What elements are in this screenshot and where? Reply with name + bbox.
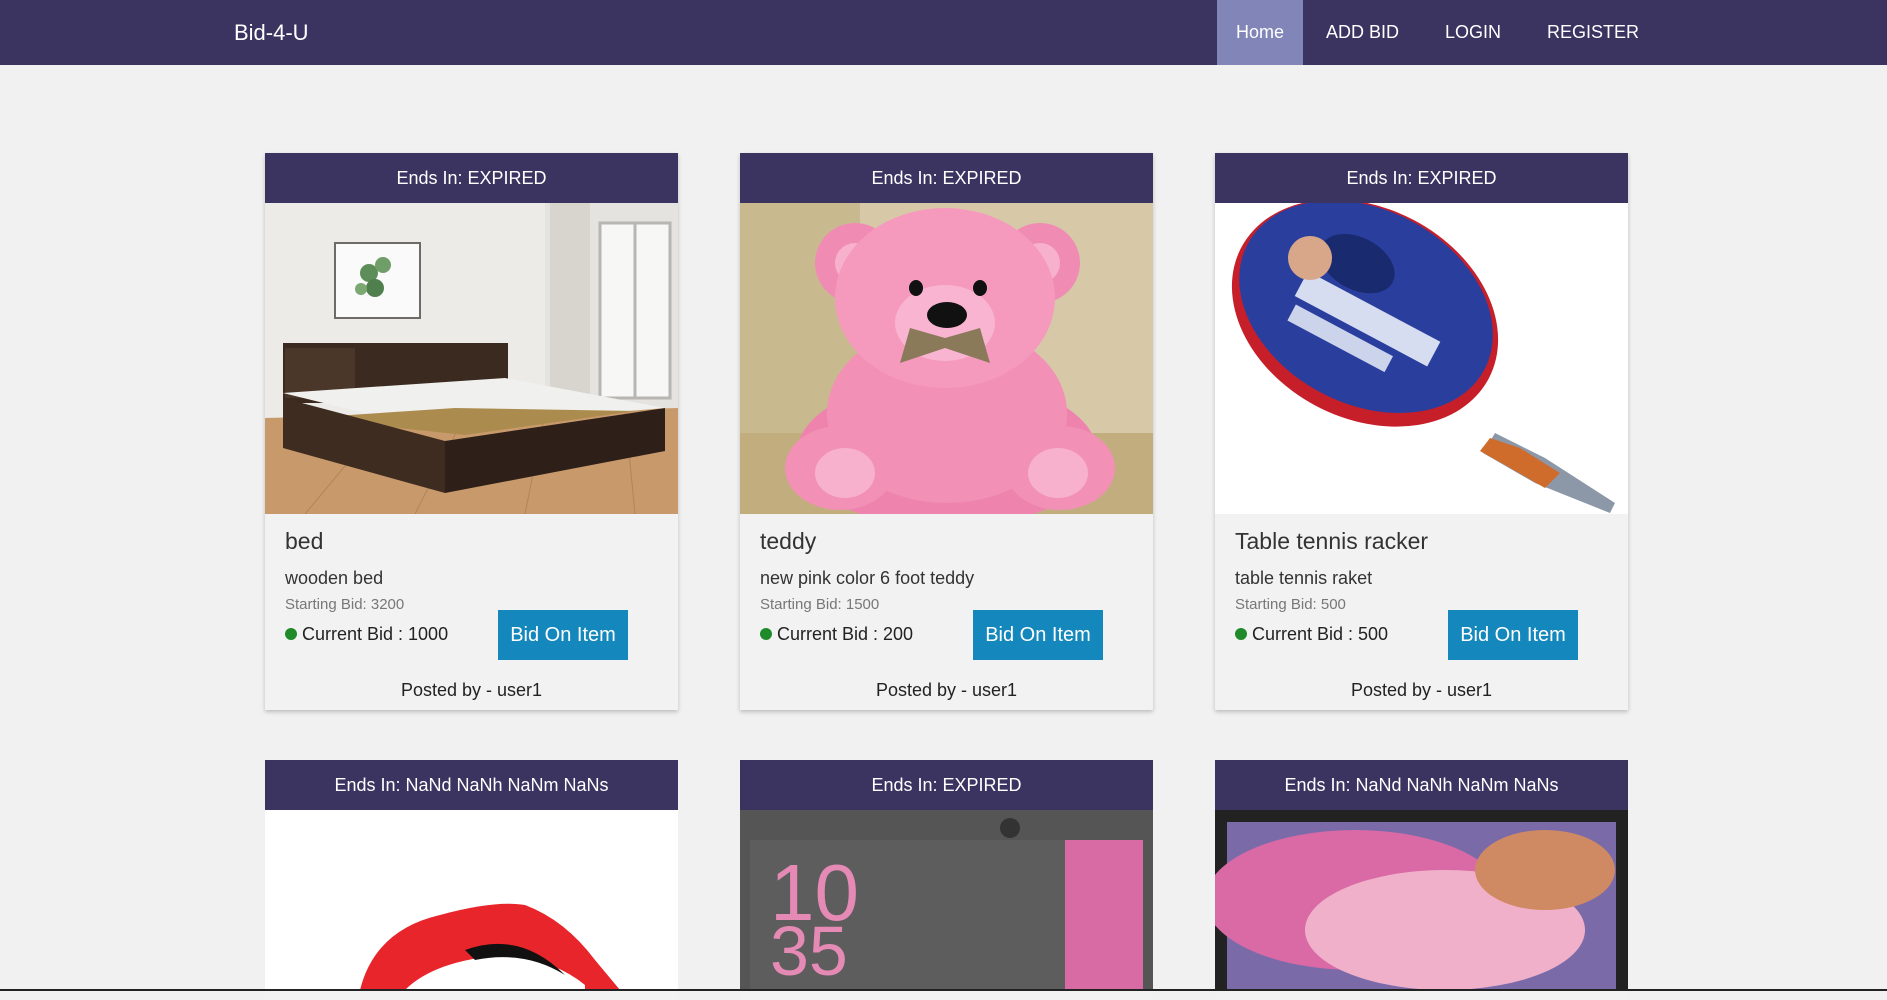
starting-bid: Starting Bid: 1500	[760, 596, 880, 613]
item-image-monitor	[1215, 810, 1628, 990]
nav-login[interactable]: LOGIN	[1422, 0, 1524, 65]
starting-bid: Starting Bid: 500	[1235, 596, 1346, 613]
auction-card: Ends In: EXPIRED	[740, 153, 1153, 710]
status-dot-icon	[285, 628, 297, 640]
auction-card: Ends In: NaNd NaNh NaNm NaNs	[1215, 760, 1628, 1000]
current-bid: Current Bid : 200	[760, 624, 913, 645]
card-body: bed wooden bed Starting Bid: 3200 Curren…	[265, 514, 678, 710]
status-dot-icon	[1235, 628, 1247, 640]
card-ends-in: Ends In: EXPIRED	[740, 760, 1153, 810]
bid-on-item-button[interactable]: Bid On Item	[973, 610, 1103, 660]
current-bid-text: Current Bid : 500	[1252, 624, 1389, 644]
item-image-teddy	[740, 203, 1153, 514]
nav-add-bid[interactable]: ADD BID	[1303, 0, 1422, 65]
posted-by: Posted by - user1	[875, 680, 1018, 700]
item-image-racket	[1215, 203, 1628, 514]
card-body: Table tennis racker table tennis raket S…	[1215, 514, 1628, 710]
posted-by: Posted by - user1	[400, 680, 543, 700]
auction-card: Ends In: EXPIRED	[265, 153, 678, 710]
item-description: wooden bed	[285, 568, 384, 588]
card-body: teddy new pink color 6 foot teddy Starti…	[740, 514, 1153, 710]
card-ends-in: Ends In: EXPIRED	[740, 153, 1153, 203]
current-bid-text: Current Bid : 1000	[302, 624, 449, 644]
item-image-phone: 10 35	[740, 810, 1153, 990]
current-bid: Current Bid : 1000	[285, 624, 448, 645]
item-title: teddy	[760, 528, 817, 554]
nav-register[interactable]: REGISTER	[1524, 0, 1662, 65]
bid-on-item-button[interactable]: Bid On Item	[498, 610, 628, 660]
item-title: bed	[285, 528, 324, 554]
item-description: table tennis raket	[1235, 568, 1373, 588]
nav-links: Home ADD BID LOGIN REGISTER	[1217, 0, 1662, 65]
item-title: Table tennis racker	[1235, 528, 1429, 554]
current-bid: Current Bid : 500	[1235, 624, 1388, 645]
posted-by: Posted by - user1	[1350, 680, 1493, 700]
card-ends-in: Ends In: EXPIRED	[265, 153, 678, 203]
starting-bid: Starting Bid: 3200	[285, 596, 405, 613]
bid-on-item-button[interactable]: Bid On Item	[1448, 610, 1578, 660]
item-image-shoe	[265, 810, 678, 990]
card-ends-in: Ends In: EXPIRED	[1215, 153, 1628, 203]
card-ends-in: Ends In: NaNd NaNh NaNm NaNs	[265, 760, 678, 810]
brand-link[interactable]: Bid-4-U	[234, 0, 309, 65]
status-dot-icon	[760, 628, 772, 640]
auction-card: Ends In: NaNd NaNh NaNm NaNs	[265, 760, 678, 1000]
card-ends-in: Ends In: NaNd NaNh NaNm NaNs	[1215, 760, 1628, 810]
current-bid-text: Current Bid : 200	[777, 624, 914, 644]
nav-home[interactable]: Home	[1217, 0, 1304, 65]
top-navbar: Bid-4-U Home ADD BID LOGIN REGISTER	[0, 0, 1887, 65]
item-description: new pink color 6 foot teddy	[760, 568, 975, 588]
auction-card: Ends In: EXPIRED 10 35	[740, 760, 1153, 1000]
auction-card: Ends In: EXPIRED Table tennis racker tab…	[1215, 153, 1628, 710]
svg-text:35: 35	[770, 912, 848, 990]
item-image-bed	[265, 203, 678, 514]
